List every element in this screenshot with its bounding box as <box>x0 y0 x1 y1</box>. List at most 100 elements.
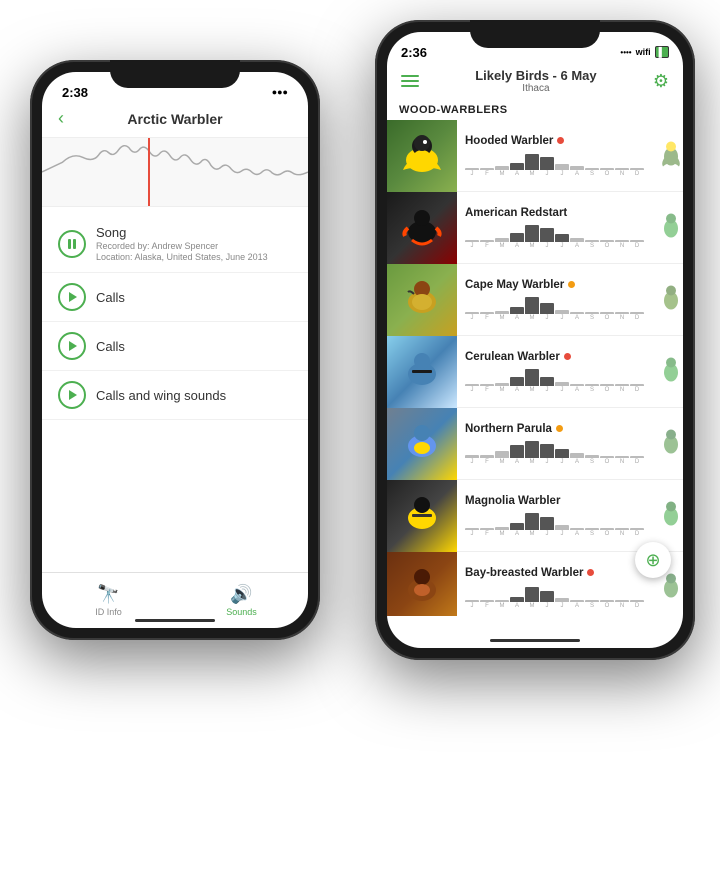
bird-name-northern-parula: Northern Parula <box>465 423 552 435</box>
sound-info-calls2: Calls <box>96 339 292 354</box>
bird-photo-hooded-warbler <box>387 120 457 192</box>
sound-meta2-song: Location: Alaska, United States, June 20… <box>96 252 292 262</box>
playback-position <box>148 138 150 206</box>
sound-item-calls-wing[interactable]: Calls and wing sounds <box>42 371 308 420</box>
side-bird-northern-parula <box>661 426 681 461</box>
side-bird-cape-may <box>661 282 681 317</box>
sound-meta1-song: Recorded by: Andrew Spencer <box>96 241 292 251</box>
right-title-block: Likely Birds - 6 May Ithaca <box>475 68 596 94</box>
side-bird-american-redstart <box>661 210 681 245</box>
scene: 2:38 ●●● ‹ Arctic Warbler <box>0 0 720 873</box>
bird-item-hooded-warbler[interactable]: Hooded Warbler JFMAMJJASOND <box>387 120 683 192</box>
sound-info-calls-wing: Calls and wing sounds <box>96 388 292 403</box>
play-button-calls2[interactable] <box>58 332 86 360</box>
sound-item-song[interactable]: Song Recorded by: Andrew Spencer Locatio… <box>42 215 308 273</box>
right-status-icons: •••• wifi ▌ <box>620 46 669 58</box>
left-header: ‹ Arctic Warbler <box>42 104 308 137</box>
bird-item-cerulean-warbler[interactable]: Cerulean Warbler JFMAMJJASOND <box>387 336 683 408</box>
left-signal-icon: ●●● <box>272 87 288 97</box>
waveform-area[interactable] <box>42 137 308 207</box>
play-button-calls1[interactable] <box>58 283 86 311</box>
right-phone-notch <box>470 20 600 48</box>
right-phone: 2:36 •••• wifi ▌ Likely Birds - 6 May It… <box>375 20 695 660</box>
right-header: Likely Birds - 6 May Ithaca ⚙ <box>387 64 683 100</box>
bird-item-american-redstart[interactable]: American Redstart JFMAMJJASOND <box>387 192 683 264</box>
section-header: WOOD-WARBLERS <box>387 100 683 120</box>
left-screen-title: Arctic Warbler <box>127 111 222 127</box>
bird-info-northern-parula: Northern Parula JFMAMJJASOND <box>457 419 683 469</box>
filter-button[interactable]: ⚙ <box>653 71 669 92</box>
bird-photo-magnolia-warbler <box>387 480 457 552</box>
month-labels-cape-may-warbler: JFMAMJJASOND <box>465 315 675 321</box>
sound-info-song: Song Recorded by: Andrew Spencer Locatio… <box>96 225 292 262</box>
bird-item-cape-may-warbler[interactable]: Cape May Warbler JFMAMJJASOND <box>387 264 683 336</box>
bar-chart-northern-parula <box>465 438 675 458</box>
left-time: 2:38 <box>62 85 88 100</box>
status-dot-cerulean-warbler <box>564 353 571 360</box>
month-labels-bay-breasted-warbler: JFMAMJJASOND <box>465 603 675 609</box>
right-screen-subtitle: Ithaca <box>475 83 596 94</box>
bar-chart-bay-breasted-warbler <box>465 582 675 602</box>
bird-name-cape-may-warbler: Cape May Warbler <box>465 279 564 291</box>
bird-photo-american-redstart <box>387 192 457 264</box>
side-bird-magnolia <box>661 498 681 533</box>
bird-info-cerulean-warbler: Cerulean Warbler JFMAMJJASOND <box>457 347 683 397</box>
sound-name-calls-wing: Calls and wing sounds <box>96 388 292 403</box>
bar-chart-magnolia-warbler <box>465 510 675 530</box>
left-phone-screen: 2:38 ●●● ‹ Arctic Warbler <box>42 72 308 628</box>
hamburger-menu[interactable] <box>401 75 419 87</box>
sound-item-calls2[interactable]: Calls <box>42 322 308 371</box>
bar-chart-american-redstart <box>465 222 675 242</box>
status-dot-hooded-warbler <box>557 137 564 144</box>
pause-button-song[interactable] <box>58 230 86 258</box>
binoculars-icon: 🔭 <box>97 584 119 605</box>
bird-name-cerulean-warbler: Cerulean Warbler <box>465 351 560 363</box>
side-bird-bay-breasted <box>661 570 681 605</box>
sound-info-calls1: Calls <box>96 290 292 305</box>
bird-name-magnolia-warbler: Magnolia Warbler <box>465 495 560 507</box>
month-labels-northern-parula: JFMAMJJASOND <box>465 459 675 465</box>
waveform-svg <box>42 138 308 206</box>
sound-item-calls1[interactable]: Calls <box>42 273 308 322</box>
location-button[interactable]: ⊕ <box>635 542 671 578</box>
bird-photo-bay-breasted-warbler <box>387 552 457 617</box>
bar-chart-cape-may-warbler <box>465 294 675 314</box>
left-home-indicator <box>135 619 215 622</box>
sound-list: Song Recorded by: Andrew Spencer Locatio… <box>42 207 308 428</box>
battery-icon: ▌ <box>655 46 669 58</box>
wifi-icon: wifi <box>636 47 651 57</box>
month-labels-american-redstart: JFMAMJJASOND <box>465 243 675 249</box>
left-phone-notch <box>110 60 240 88</box>
bird-info-hooded-warbler: Hooded Warbler JFMAMJJASOND <box>457 131 683 181</box>
left-status-icons: ●●● <box>272 87 288 97</box>
bird-name-bay-breasted-warbler: Bay-breasted Warbler <box>465 567 583 579</box>
right-phone-screen: 2:36 •••• wifi ▌ Likely Birds - 6 May It… <box>387 32 683 648</box>
back-button[interactable]: ‹ <box>58 108 64 129</box>
right-home-indicator <box>490 639 580 642</box>
play-button-calls-wing[interactable] <box>58 381 86 409</box>
right-time: 2:36 <box>401 45 427 60</box>
bird-info-cape-may-warbler: Cape May Warbler JFMAMJJASOND <box>457 275 683 325</box>
bird-item-northern-parula[interactable]: Northern Parula JFMAMJJASOND <box>387 408 683 480</box>
bird-list[interactable]: Hooded Warbler JFMAMJJASOND <box>387 120 683 616</box>
sound-name-calls2: Calls <box>96 339 292 354</box>
bar-chart-cerulean-warbler <box>465 366 675 386</box>
bar-chart-hooded-warbler <box>465 150 675 170</box>
bird-photo-cerulean-warbler <box>387 336 457 408</box>
bird-info-american-redstart: American Redstart JFMAMJJASOND <box>457 203 683 253</box>
month-labels-magnolia-warbler: JFMAMJJASOND <box>465 531 675 537</box>
side-bird-cerulean <box>661 354 681 389</box>
sound-name-song: Song <box>96 225 292 240</box>
status-dot-northern-parula <box>556 425 563 432</box>
bird-name-american-redstart: American Redstart <box>465 207 567 219</box>
month-labels-cerulean-warbler: JFMAMJJASOND <box>465 387 675 393</box>
tab-sounds-label: Sounds <box>226 607 257 617</box>
bird-info-magnolia-warbler: Magnolia Warbler JFMAMJJASOND <box>457 491 683 541</box>
bird-name-hooded-warbler: Hooded Warbler <box>465 135 553 147</box>
tab-id-info-label: ID Info <box>95 607 122 617</box>
sound-name-calls1: Calls <box>96 290 292 305</box>
bird-photo-cape-may-warbler <box>387 264 457 336</box>
bird-item-magnolia-warbler[interactable]: Magnolia Warbler JFMAMJJASOND <box>387 480 683 552</box>
month-labels-hooded-warbler: JFMAMJJASOND <box>465 171 675 177</box>
status-dot-cape-may-warbler <box>568 281 575 288</box>
